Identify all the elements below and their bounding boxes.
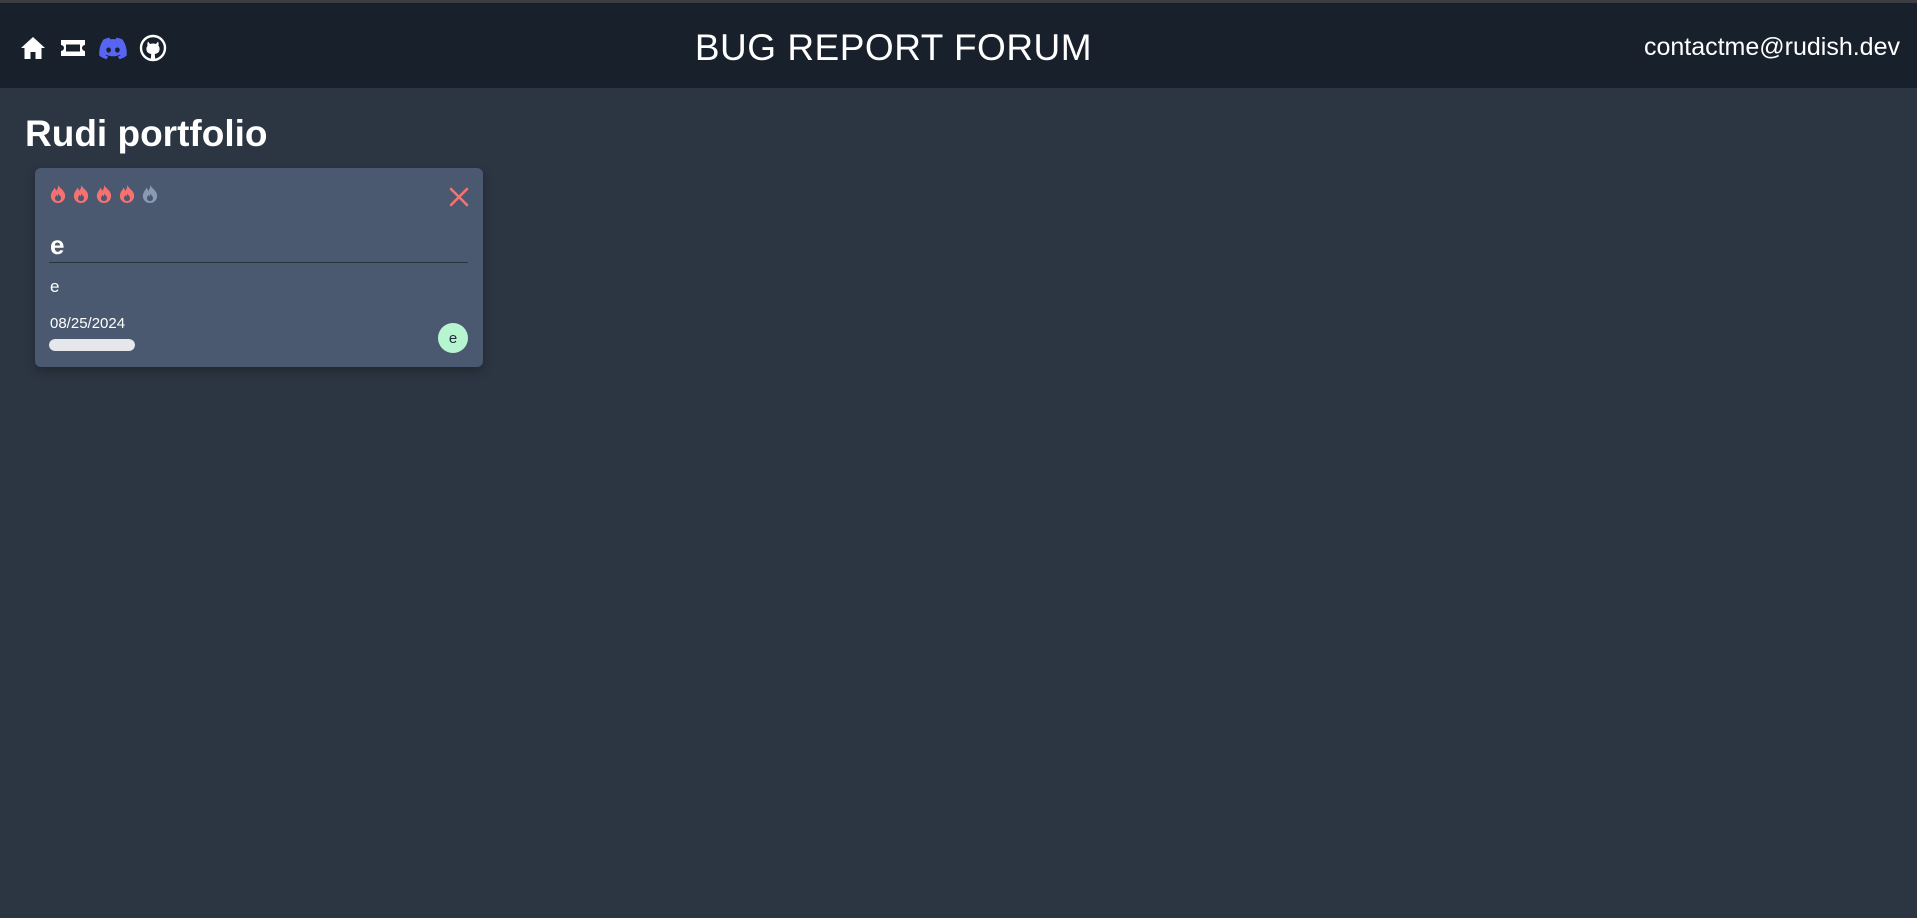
severity-rating <box>49 184 159 204</box>
bug-date: 08/25/2024 <box>50 315 126 332</box>
close-icon[interactable] <box>447 185 471 209</box>
progress-bar <box>49 339 135 351</box>
flame-icon <box>73 185 89 203</box>
project-title: Rudi portfolio <box>25 113 268 154</box>
site-title: BUG REPORT FORUM <box>694 27 1093 68</box>
progress-bar-fill <box>49 339 135 351</box>
flame-icon <box>142 185 158 203</box>
card-divider <box>49 262 468 263</box>
bug-description: e <box>50 277 60 296</box>
avatar: e <box>438 323 468 353</box>
bug-report-card[interactable]: e e 08/25/2024 e <box>35 168 483 367</box>
bug-title: e <box>50 230 65 260</box>
flame-icon <box>96 185 112 203</box>
contact-email-link[interactable]: contactme@rudish.dev <box>1644 33 1900 62</box>
flame-icon <box>50 185 66 203</box>
top-nav-bar: BUG REPORT FORUM contactme@rudish.dev <box>0 3 1917 88</box>
flame-icon <box>119 185 135 203</box>
